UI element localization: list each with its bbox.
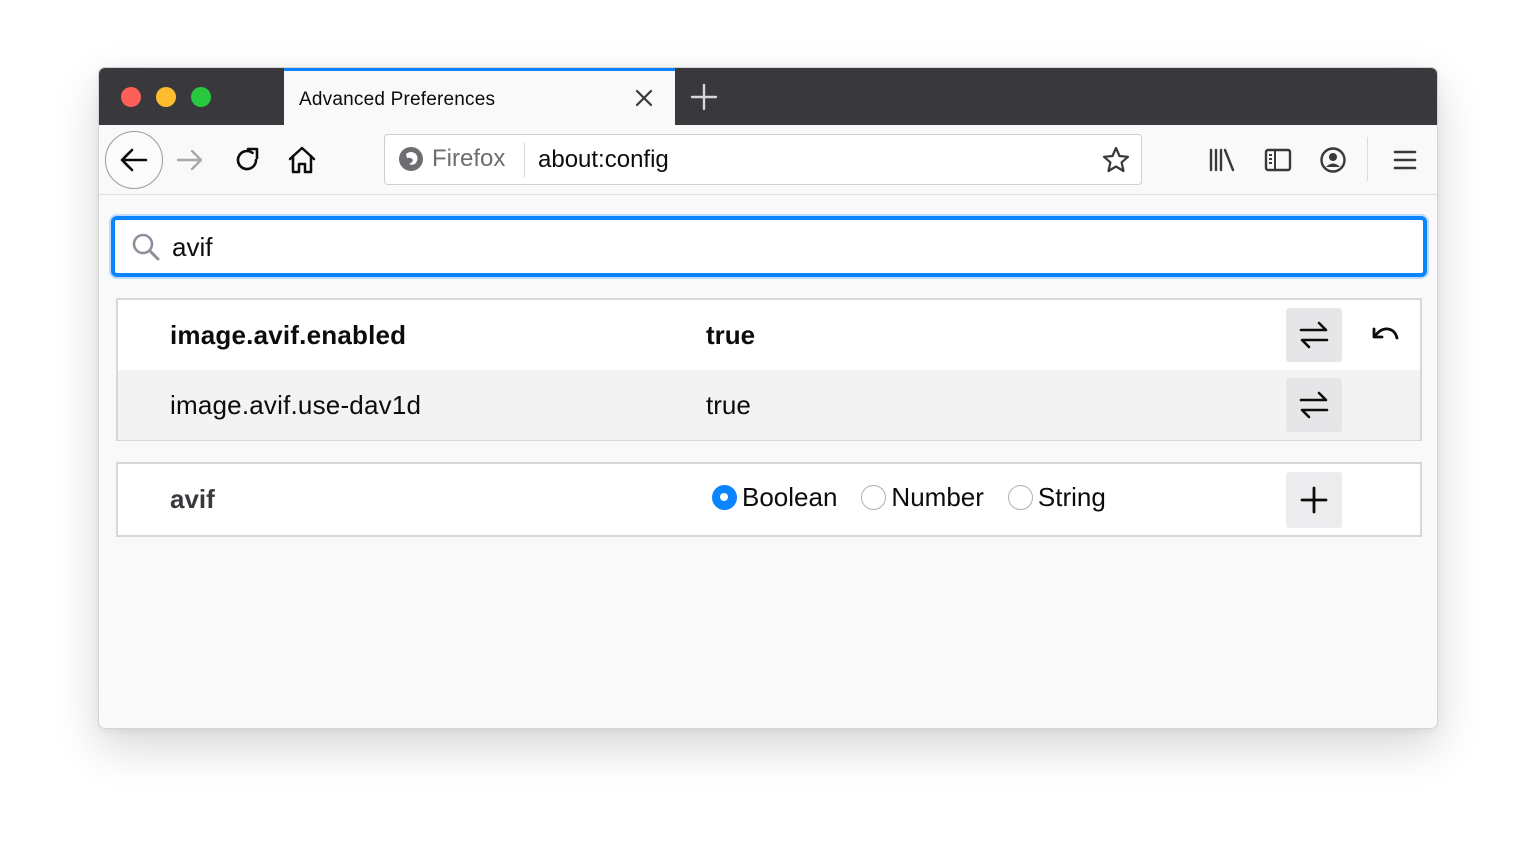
radio-number[interactable]: Number xyxy=(861,482,984,513)
undo-icon xyxy=(1372,327,1399,340)
app-menu-button[interactable] xyxy=(1388,143,1422,177)
sidebar-toggle-button[interactable] xyxy=(1261,143,1295,177)
radio-label: Boolean xyxy=(742,482,838,512)
identity-box[interactable]: Firefox xyxy=(397,135,505,183)
pref-name: image.avif.enabled xyxy=(170,320,407,350)
new-pref-name: avif xyxy=(170,484,215,514)
add-pref-button[interactable] xyxy=(1286,472,1342,528)
table-row[interactable]: image.avif.use-dav1d true xyxy=(118,370,1420,440)
bookmark-star-icon[interactable] xyxy=(1101,145,1131,175)
plus-icon xyxy=(1300,486,1328,514)
reload-icon xyxy=(236,147,259,171)
library-button[interactable] xyxy=(1205,143,1239,177)
library-icon xyxy=(1209,148,1235,172)
table-row[interactable]: image.avif.enabled true xyxy=(118,300,1420,370)
radio-label: String xyxy=(1037,482,1106,512)
account-icon xyxy=(1320,147,1346,173)
identity-label: Firefox xyxy=(432,145,506,172)
sidebar-icon xyxy=(1264,148,1292,172)
url-bar[interactable]: Firefox about:config xyxy=(384,134,1142,185)
search-input[interactable] xyxy=(172,228,1372,266)
pref-value: true xyxy=(706,390,751,420)
search-icon xyxy=(132,233,160,261)
toggle-button[interactable] xyxy=(1286,378,1342,432)
navigation-toolbar: Firefox about:config xyxy=(99,125,1437,195)
tab-advanced-preferences[interactable]: Advanced Preferences xyxy=(284,68,675,125)
back-arrow-icon xyxy=(120,148,148,172)
title-bar: Advanced Preferences xyxy=(99,68,1437,125)
home-button[interactable] xyxy=(285,143,319,177)
preferences-table: image.avif.enabled true image.avif.use-d… xyxy=(116,298,1422,441)
hamburger-menu-icon xyxy=(1393,150,1417,170)
toggle-button[interactable] xyxy=(1286,308,1342,362)
toolbar-divider xyxy=(1367,137,1368,181)
home-icon xyxy=(288,146,316,174)
account-button[interactable] xyxy=(1316,143,1350,177)
window-close-button[interactable] xyxy=(121,87,141,107)
new-tab-plus-icon[interactable] xyxy=(689,82,719,112)
firefox-logo-icon xyxy=(399,147,423,171)
forward-button[interactable] xyxy=(173,143,207,177)
forward-arrow-icon xyxy=(176,149,203,171)
browser-window: Advanced Preferences Firefox about:confi… xyxy=(98,67,1438,729)
radio-button[interactable] xyxy=(1007,485,1033,510)
reset-button[interactable] xyxy=(1368,320,1402,350)
reload-button[interactable] xyxy=(230,143,264,177)
pref-value: true xyxy=(706,320,756,350)
radio-label: Number xyxy=(891,482,984,512)
toggle-arrows-icon xyxy=(1299,391,1329,419)
url-bar-separator xyxy=(524,143,525,177)
pref-name: image.avif.use-dav1d xyxy=(170,390,422,420)
radio-string[interactable]: String xyxy=(1007,482,1106,513)
window-maximize-button[interactable] xyxy=(191,87,211,107)
url-text[interactable]: about:config xyxy=(538,146,669,174)
radio-button-checked[interactable] xyxy=(712,485,737,510)
pref-type-radio-group: Boolean Number String xyxy=(712,482,1130,513)
add-preference-row: avif Boolean Number String xyxy=(116,462,1422,537)
radio-button[interactable] xyxy=(861,485,887,510)
radio-boolean[interactable]: Boolean xyxy=(712,482,837,513)
toggle-arrows-icon xyxy=(1299,321,1329,349)
tab-title: Advanced Preferences xyxy=(299,89,496,110)
close-icon[interactable] xyxy=(632,86,656,110)
search-box[interactable] xyxy=(111,216,1427,277)
back-button[interactable] xyxy=(105,131,163,189)
window-minimize-button[interactable] xyxy=(156,87,176,107)
